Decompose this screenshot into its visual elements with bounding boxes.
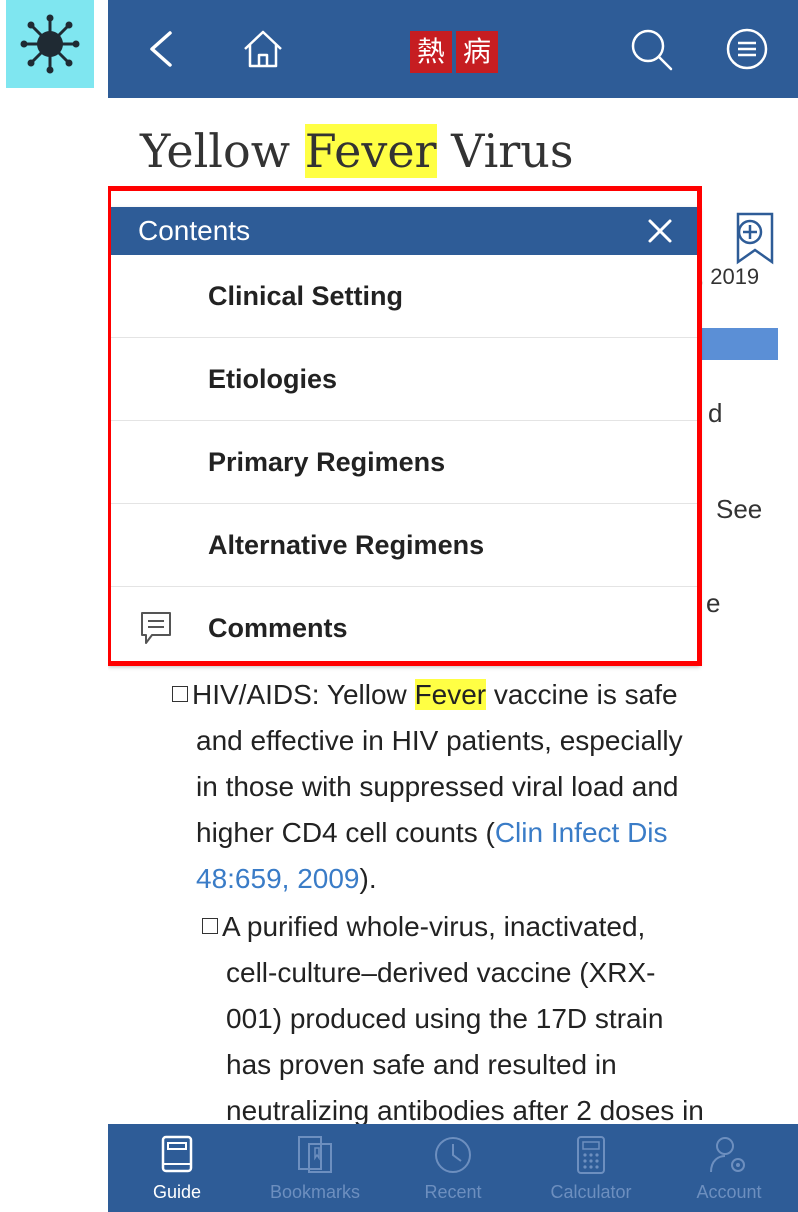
home-icon	[244, 30, 282, 68]
citation-link[interactable]: Clin Infect Dis	[495, 817, 668, 848]
tab-bookmarks[interactable]: Bookmarks	[246, 1124, 384, 1212]
app-icon[interactable]	[6, 0, 94, 88]
text-line: in those with suppressed viral load and	[196, 771, 679, 802]
text-fragment: d	[708, 398, 723, 428]
tab-recent[interactable]: Recent	[384, 1124, 522, 1212]
text-fragment: e	[706, 588, 721, 618]
text-line: cell-culture–derived vaccine (XRX-	[226, 957, 656, 988]
tab-label: Guide	[152, 1182, 202, 1202]
contents-item-label: Comments	[208, 612, 348, 643]
chevron-left-icon	[150, 31, 172, 67]
search-highlight: Fever	[414, 679, 487, 710]
top-navigation-bar: 熱 病	[108, 0, 798, 98]
contents-popup: Contents Clinical Setting Etiologies Pri…	[108, 207, 700, 665]
text: HIV/AIDS: Yellow	[192, 679, 415, 710]
contents-item-comments[interactable]: Comments	[108, 587, 700, 669]
virus-icon	[20, 14, 80, 74]
menu-button[interactable]	[722, 24, 772, 74]
tab-calculator[interactable]: Calculator	[522, 1124, 660, 1212]
contents-item-label: Etiologies	[208, 363, 338, 394]
account-settings-icon	[710, 1137, 745, 1173]
contents-item-clinical-setting[interactable]: Clinical Setting	[108, 255, 700, 338]
text-line: A purified whole-virus, inactivated,	[202, 904, 796, 950]
add-bookmark-button[interactable]	[728, 210, 780, 271]
title-text: Yellow	[140, 124, 305, 178]
contents-header: Contents	[108, 207, 700, 255]
text-line: 48:659, 2009).	[172, 856, 792, 902]
text-line: 001) produced using the 17D strain	[226, 1003, 664, 1034]
text-line: and effective in HIV patients, especiall…	[196, 725, 683, 756]
back-button[interactable]	[136, 24, 186, 74]
title-text: Virus	[436, 124, 574, 178]
calculator-icon	[577, 1136, 605, 1174]
paragraph-vaccine: A purified whole-virus, inactivated, cel…	[202, 904, 796, 1134]
citation-link[interactable]: 48:659, 2009	[196, 863, 360, 894]
tab-label: Account	[696, 1182, 762, 1202]
bullet-square	[202, 918, 218, 934]
search-highlight: Fever	[304, 124, 437, 178]
contents-item-label: Primary Regimens	[208, 446, 446, 477]
text: A purified whole-virus, inactivated,	[222, 911, 646, 942]
contents-item-label: Clinical Setting	[208, 280, 404, 311]
tab-label: Recent	[424, 1182, 482, 1202]
text-line: has proven safe and resulted in	[226, 1049, 617, 1080]
contents-item-label: Alternative Regimens	[208, 529, 485, 560]
book-icon	[161, 1135, 193, 1173]
contents-item-alternative-regimens[interactable]: Alternative Regimens	[108, 504, 700, 587]
search-button[interactable]	[626, 24, 676, 74]
tab-account[interactable]: Account	[660, 1124, 798, 1212]
contents-item-etiologies[interactable]: Etiologies	[108, 338, 700, 421]
comment-icon	[138, 609, 174, 654]
text-fragment: See	[716, 494, 763, 524]
tab-label: Calculator	[550, 1182, 632, 1202]
app-logo: 熱 病	[410, 31, 498, 73]
home-button[interactable]	[238, 24, 288, 74]
bookmark-add-icon	[736, 212, 774, 265]
logo-char: 病	[456, 31, 498, 73]
close-icon	[648, 219, 672, 243]
date-fragment: , 2019	[698, 264, 760, 289]
logo-char: 熱	[410, 31, 452, 73]
text: higher CD4 cell counts (	[196, 817, 495, 848]
contents-item-primary-regimens[interactable]: Primary Regimens	[108, 421, 700, 504]
text-line: HIV/AIDS: Yellow Fever vaccine is safe	[172, 672, 792, 718]
bookmarks-icon	[298, 1136, 332, 1173]
app-screen: 熱 病 Yellow Fever Virus , 2019 d See e Co…	[108, 0, 798, 1212]
search-icon	[631, 29, 673, 71]
page-title: Yellow Fever Virus	[140, 124, 574, 178]
contents-title: Contents	[138, 215, 251, 246]
paragraph-hiv-aids: HIV/AIDS: Yellow Fever vaccine is safe a…	[172, 672, 792, 902]
text-line: higher CD4 cell counts (Clin Infect Dis	[172, 810, 792, 856]
section-bar	[698, 328, 778, 360]
menu-circle-icon	[726, 28, 768, 70]
clock-icon	[435, 1137, 471, 1173]
close-button[interactable]	[642, 213, 678, 249]
text: vaccine is safe	[486, 679, 678, 710]
text: ).	[359, 863, 377, 894]
bottom-tab-bar: Guide Bookmarks Recent Calculator Accoun…	[108, 1124, 798, 1212]
bullet-square	[172, 686, 188, 702]
tab-guide[interactable]: Guide	[108, 1124, 246, 1212]
tab-label: Bookmarks	[269, 1182, 361, 1202]
